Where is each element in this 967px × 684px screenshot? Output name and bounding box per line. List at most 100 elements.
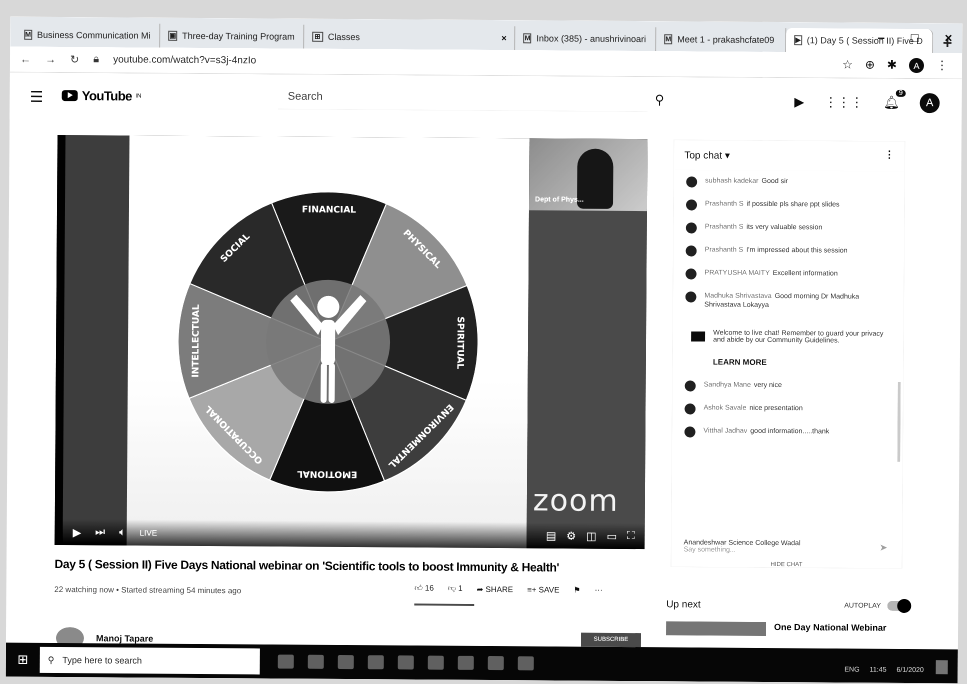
header-actions: ▶︎ ⋮⋮⋮ 🔔︎ 9 A (794, 89, 940, 114)
forward-icon[interactable]: → (45, 53, 56, 65)
miniplayer-icon[interactable]: ◫ (586, 530, 596, 543)
dislike-button[interactable]: 👎︎ 1 (448, 584, 463, 594)
youtube-logo[interactable]: YouTube IN (61, 88, 141, 104)
chat-message: Ashok Savale nice presentation (673, 398, 903, 423)
clock-time[interactable]: 11:45 (869, 667, 886, 674)
video-actions: 👍︎ 16 👎︎ 1 ➦ SHARE ≡+ SAVE ⚑ ⋯ (414, 584, 603, 606)
next-video-thumbnail[interactable] (666, 621, 767, 636)
browser-actions: ☆ ⊕ ✱ A ⋮ (842, 57, 948, 74)
store-icon[interactable] (367, 655, 384, 670)
search-icon[interactable]: ⚲ (655, 92, 665, 108)
chat-menu-icon[interactable]: ⋮ (884, 150, 894, 161)
create-video-icon[interactable]: ▶︎ (794, 94, 804, 110)
theater-icon[interactable]: ▭ (607, 530, 617, 543)
chat-user-avatar[interactable] (686, 176, 698, 188)
maximize-icon[interactable]: □ (911, 30, 919, 45)
powerpoint-icon[interactable] (457, 655, 474, 670)
account-avatar[interactable]: A (919, 93, 940, 114)
extension-icon[interactable]: ⊕ (865, 58, 875, 73)
puzzle-icon[interactable]: ✱ (887, 58, 897, 73)
task-view-icon[interactable] (307, 654, 324, 669)
share-button[interactable]: ➦ SHARE (477, 584, 514, 593)
toggle-switch[interactable] (886, 600, 909, 611)
chat-author[interactable]: Vitthal Jadhav (703, 428, 747, 435)
taskbar-search[interactable]: ⚲ Type here to search (39, 646, 260, 675)
chrome-icon[interactable] (397, 655, 414, 670)
search-input[interactable]: Search (277, 85, 648, 113)
top-chat-dropdown[interactable]: Top chat ▾ (684, 150, 730, 161)
chat-author[interactable]: Ashok Savale (704, 405, 747, 412)
chat-message-body: subhash kadekar Good sir (705, 177, 788, 187)
save-button[interactable]: ≡+ SAVE (527, 585, 559, 594)
close-window-icon[interactable]: × (945, 30, 953, 45)
apps-grid-icon[interactable]: ⋮⋮⋮ (824, 94, 863, 110)
tab-meet[interactable]: M Meet 1 - prakashcfate09 × (656, 27, 787, 53)
minimize-icon[interactable]: – (877, 30, 884, 45)
camera-label: Dept of Phys... (535, 196, 584, 204)
language-indicator[interactable]: ENG (844, 667, 859, 674)
youtube-icon: ▶ (794, 35, 802, 46)
chat-author[interactable]: Prashanth S (705, 247, 744, 254)
autoplay-toggle[interactable]: AUTOPLAY (844, 600, 909, 611)
chat-user-avatar[interactable] (684, 426, 696, 438)
tab-classes[interactable]: ⊞ Classes × (303, 24, 516, 51)
next-video-item[interactable]: One Day National Webinar (666, 621, 886, 637)
send-icon[interactable]: ➤ (879, 543, 887, 554)
chat-author[interactable]: PRATYUSHA MAITY (705, 270, 770, 277)
cortana-icon[interactable] (277, 654, 294, 669)
learn-more-link[interactable]: LEARN MORE (713, 358, 903, 368)
file-explorer-icon[interactable] (337, 654, 354, 670)
word-icon[interactable] (427, 655, 444, 670)
fullscreen-icon[interactable]: ⛶ (627, 530, 635, 543)
logo-region: IN (135, 93, 141, 100)
chat-scrollbar[interactable] (897, 381, 901, 462)
more-actions-icon[interactable]: ⋯ (595, 585, 603, 594)
subtitles-icon[interactable]: ▤ (546, 529, 556, 542)
chat-author[interactable]: Sandhya Mane (704, 382, 751, 389)
close-tab-icon[interactable]: × (501, 33, 506, 43)
notifications-bell-icon[interactable]: 🔔︎ 9 (883, 89, 906, 111)
tab-business-communication[interactable]: M Business Communication Mi × (16, 22, 161, 48)
chat-input[interactable]: Say something... (684, 546, 890, 554)
chat-user-avatar[interactable] (685, 291, 697, 303)
chat-author[interactable]: Madhuka Shrivastava (704, 293, 771, 300)
hamburger-menu-icon[interactable]: ☰ (30, 88, 44, 106)
tab-inbox[interactable]: M Inbox (385) - anushrivinoari × (515, 26, 657, 52)
action-center-icon[interactable] (935, 660, 948, 675)
hide-chat-button[interactable]: HIDE CHAT (770, 562, 802, 568)
back-icon[interactable]: ← (20, 53, 31, 65)
chat-message: Prashanth Sif possible pls share ppt sli… (674, 193, 904, 218)
app-icon[interactable] (517, 656, 534, 671)
next-icon[interactable]: ⏭ (95, 526, 105, 539)
app-icon[interactable] (487, 656, 504, 671)
chat-user-avatar[interactable] (685, 245, 697, 257)
video-player[interactable]: FINANCIAL PHYSICAL SPIRITUAL ENVIRONMENTAL E… (54, 135, 648, 550)
bookmark-star-icon[interactable]: ☆ (842, 57, 853, 72)
subscribe-button[interactable]: SUBSCRIBE (580, 632, 642, 648)
chat-user-avatar[interactable] (684, 380, 696, 392)
chat-author[interactable]: Prashanth S (705, 224, 744, 231)
clock-date[interactable]: 6/1/2020 (896, 667, 923, 674)
url-field[interactable]: youtube.com/watch?v=s3j-4nzIo (113, 54, 256, 66)
chat-user-avatar[interactable] (685, 268, 697, 280)
report-flag-icon[interactable]: ⚑ (573, 585, 580, 594)
chat-user-avatar[interactable] (685, 199, 698, 211)
tab-label: Classes (327, 31, 360, 43)
live-badge[interactable]: LIVE (140, 528, 157, 537)
next-video-title[interactable]: One Day National Webinar (774, 622, 886, 637)
windows-start-icon[interactable]: ⊞ (6, 643, 40, 677)
profile-icon[interactable]: A (908, 57, 925, 74)
chat-user-avatar[interactable] (685, 222, 697, 234)
chat-author[interactable]: subhash kadekar (705, 178, 758, 185)
settings-gear-icon[interactable]: ⚙ (566, 530, 576, 543)
chat-author[interactable]: Prashanth S (705, 201, 744, 208)
chat-user-avatar[interactable] (684, 403, 696, 415)
menu-dots-icon[interactable]: ⋮ (936, 58, 948, 73)
wheel-segment-label: SPIRITUAL (454, 317, 464, 370)
like-button[interactable]: 👍︎ 16 (414, 584, 434, 594)
volume-icon[interactable]: 🔈︎ (119, 526, 126, 539)
play-icon[interactable]: ▶ (73, 526, 82, 539)
tab-training-program[interactable]: ▣ Three-day Training Program × (160, 23, 305, 49)
reload-icon[interactable]: ↻ (70, 53, 79, 66)
channel-name[interactable]: Manoj Tapare (96, 633, 153, 643)
